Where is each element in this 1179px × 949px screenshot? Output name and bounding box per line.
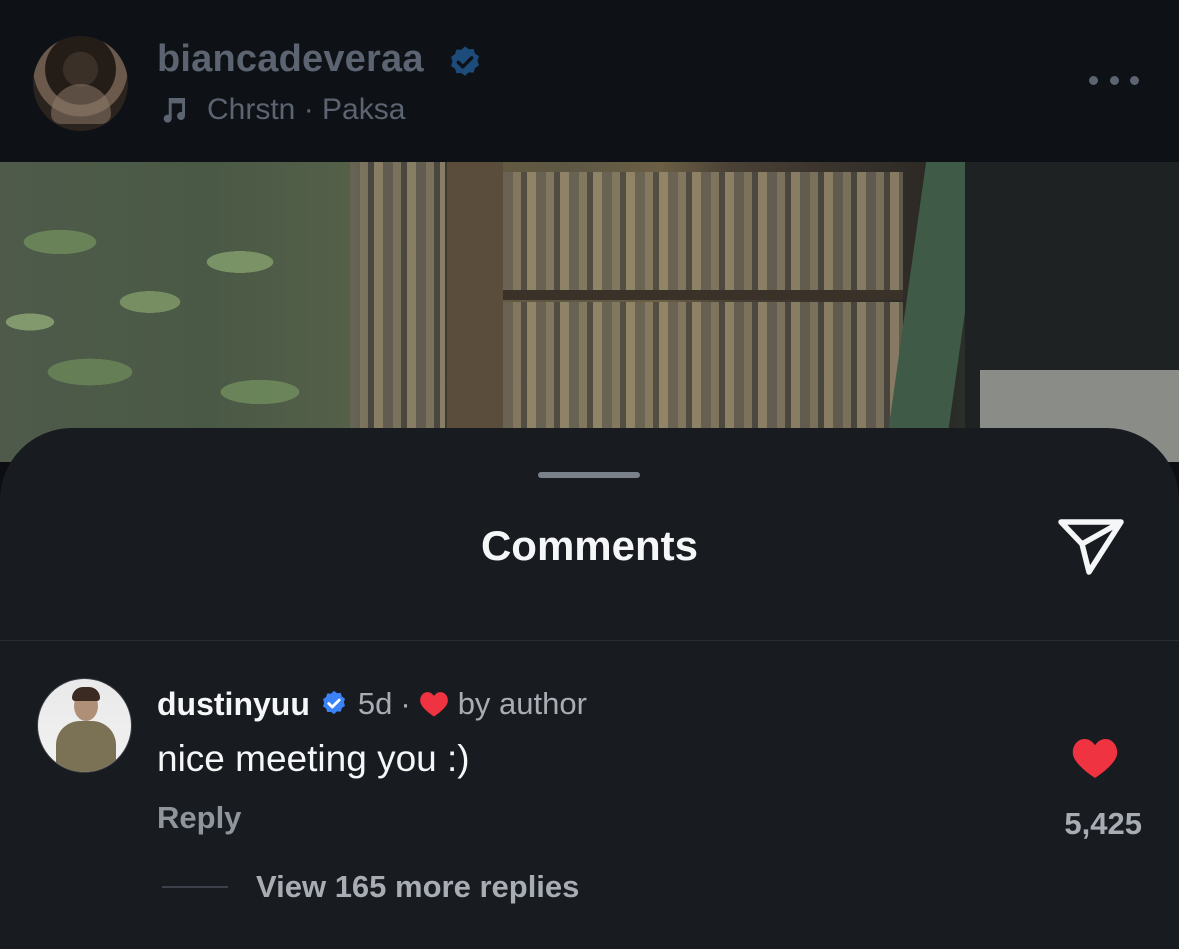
verified-badge-icon <box>451 46 479 76</box>
post-image <box>0 162 1179 462</box>
commenter-username[interactable]: dustinyuu <box>157 686 310 723</box>
send-icon[interactable] <box>1055 514 1127 580</box>
more-horizontal-icon[interactable] <box>1089 70 1139 90</box>
reply-button[interactable]: Reply <box>157 800 241 836</box>
comments-sheet: Comments dustinyuu 5d · by author nice m… <box>0 428 1179 949</box>
like-count[interactable]: 5,425 <box>1030 806 1142 842</box>
sheet-title: Comments <box>480 522 699 569</box>
comment-age: 5d <box>357 686 393 721</box>
post-author-username[interactable]: biancadeveraa <box>157 38 424 81</box>
verified-badge-icon <box>322 690 345 715</box>
commenter-avatar[interactable] <box>37 678 132 773</box>
post-author-avatar[interactable] <box>33 36 128 131</box>
instagram-post-comments-screen: biancadeveraa Chrstn · Paksa Comments du… <box>0 0 1179 949</box>
view-more-replies-button[interactable]: View 165 more replies <box>256 869 579 905</box>
replies-connector-line <box>162 886 228 888</box>
comment-text: nice meeting you :) <box>157 738 470 779</box>
like-heart-icon[interactable] <box>1071 736 1119 780</box>
post-header: biancadeveraa Chrstn · Paksa <box>0 0 1179 162</box>
liked-by-author-heart-icon <box>419 692 448 717</box>
meta-separator: · <box>400 686 411 721</box>
sheet-drag-handle[interactable] <box>538 472 640 478</box>
comment-meta: dustinyuu 5d · by author <box>157 683 587 725</box>
post-music-row[interactable]: Chrstn · Paksa <box>157 90 405 130</box>
liked-by-author-label: by author <box>457 686 587 721</box>
music-note-icon <box>163 98 185 123</box>
sheet-divider <box>0 640 1179 641</box>
post-music-label: Chrstn · Paksa <box>207 93 406 126</box>
